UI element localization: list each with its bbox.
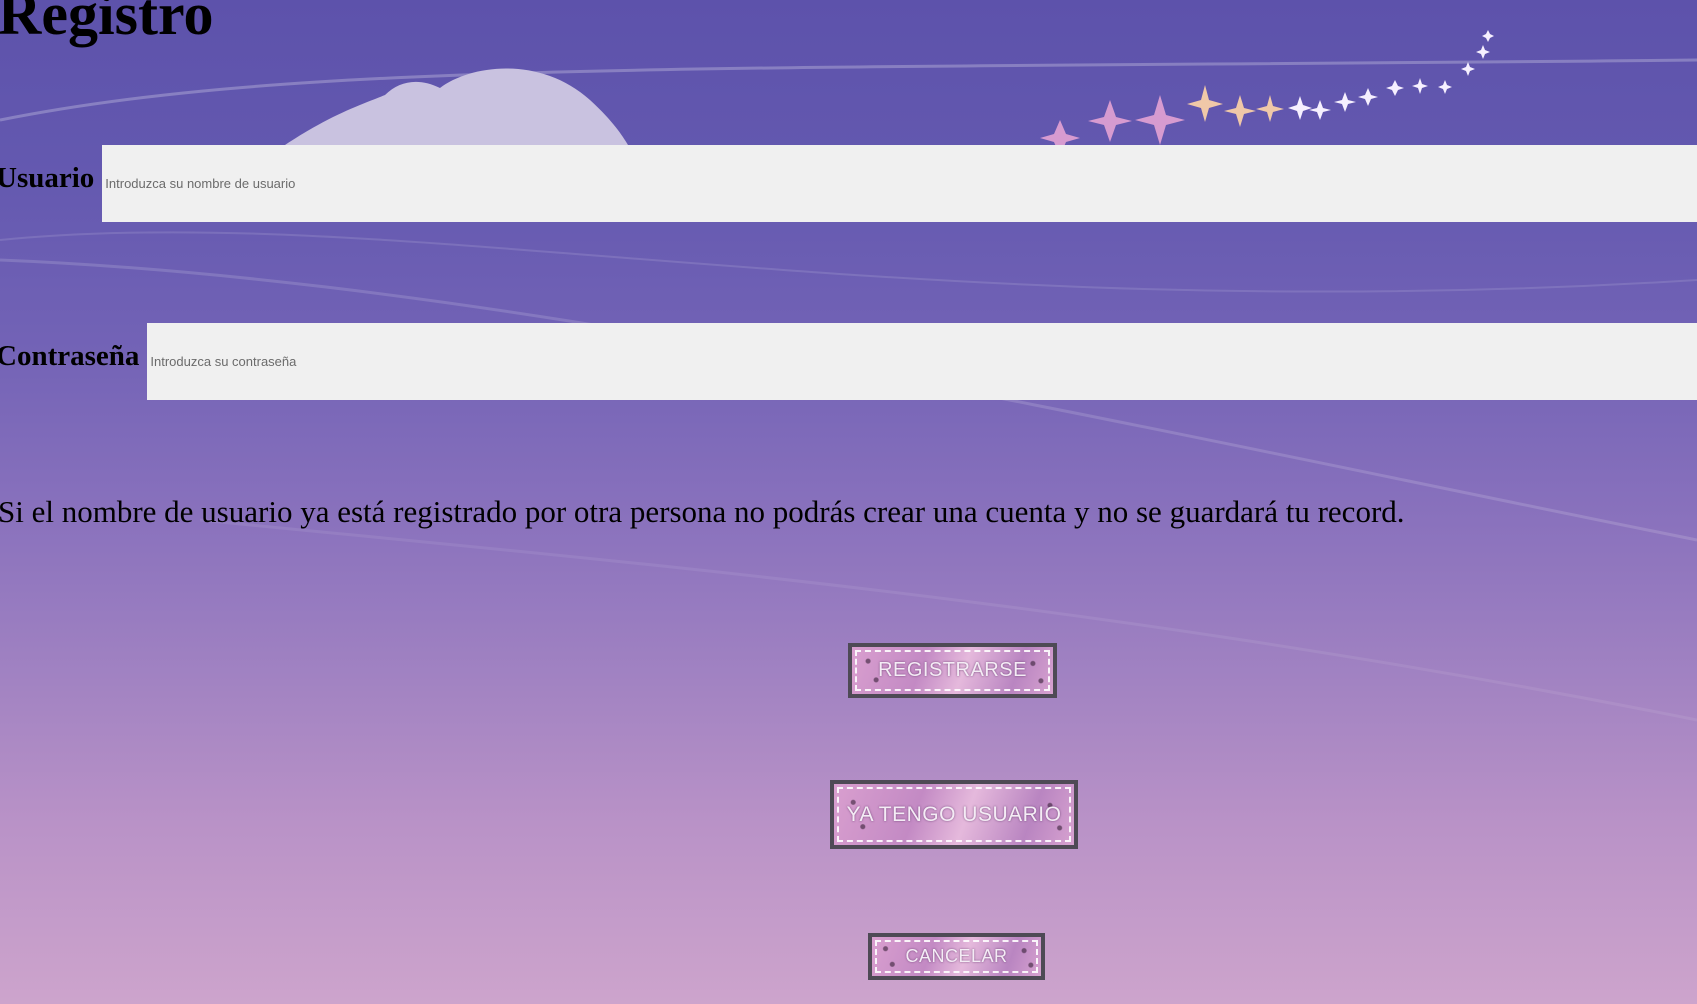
page-title: Registro bbox=[0, 0, 214, 47]
username-label: Usuario bbox=[0, 162, 95, 194]
username-notice: Si el nombre de usuario ya está registra… bbox=[0, 494, 1405, 529]
password-input[interactable] bbox=[147, 323, 1697, 400]
password-label: Contraseña bbox=[0, 340, 140, 372]
username-row: Usuario bbox=[0, 145, 1697, 222]
password-row: Contraseña bbox=[0, 323, 1697, 400]
already-have-user-button[interactable]: YA TENGO USUARIO bbox=[830, 780, 1078, 849]
register-button[interactable]: REGISTRARSE bbox=[848, 643, 1057, 698]
cancel-button[interactable]: CANCELAR bbox=[868, 933, 1045, 980]
username-input[interactable] bbox=[102, 145, 1697, 222]
